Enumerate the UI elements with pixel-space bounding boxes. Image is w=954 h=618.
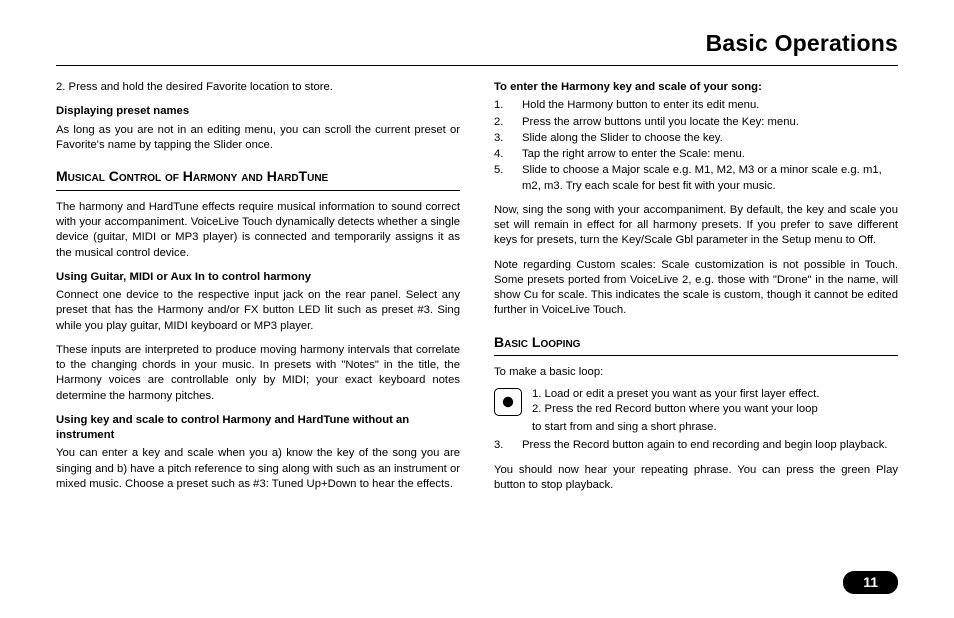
page-header: Basic Operations <box>56 28 898 66</box>
loop-step-3: 3.Press the Record button again to end r… <box>494 438 898 453</box>
step-5-text: Slide to choose a Major scale e.g. M1, M… <box>522 163 898 194</box>
custom-scales-note: Note regarding Custom scales: Scale cust… <box>494 258 898 319</box>
harmony-key-steps: 1.Hold the Harmony button to enter its e… <box>494 98 898 194</box>
loop-step-2b: to start from and sing a short phrase. <box>494 420 898 435</box>
step-2-text: Press the arrow buttons until you locate… <box>522 115 799 130</box>
loop-step-2a: 2. Press the red Record button where you… <box>532 402 898 417</box>
step-3: 3.Slide along the Slider to choose the k… <box>494 131 898 146</box>
store-favorite-step: 2. Press and hold the desired Favorite l… <box>56 80 460 95</box>
right-column: To enter the Harmony key and scale of yo… <box>494 80 898 502</box>
content-columns: 2. Press and hold the desired Favorite l… <box>56 80 898 502</box>
basic-looping-heading: Basic Looping <box>494 333 898 357</box>
musical-control-intro: The harmony and HardTune effects require… <box>56 200 460 261</box>
loop-step-3-num: 3. <box>494 438 522 453</box>
loop-result-body: You should now hear your repeating phras… <box>494 463 898 494</box>
step-4-text: Tap the right arrow to enter the Scale: … <box>522 147 745 162</box>
step-5: 5.Slide to choose a Major scale e.g. M1,… <box>494 163 898 194</box>
record-button-icon <box>494 388 522 416</box>
step-1: 1.Hold the Harmony button to enter its e… <box>494 98 898 113</box>
inputs-interpretation-body: These inputs are interpreted to produce … <box>56 343 460 404</box>
step-4: 4.Tap the right arrow to enter the Scale… <box>494 147 898 162</box>
musical-control-heading: Musical Control of Harmony and HardTune <box>56 167 460 191</box>
enter-harmony-key-heading: To enter the Harmony key and scale of yo… <box>494 80 898 95</box>
loop-steps-1-2: 1. Load or edit a preset you want as you… <box>494 387 898 418</box>
loop-step-3-wrap: 3.Press the Record button again to end r… <box>494 438 898 453</box>
key-scale-body: You can enter a key and scale when you a… <box>56 446 460 492</box>
page-number: 11 <box>843 571 898 594</box>
displaying-preset-names-heading: Displaying preset names <box>56 104 460 119</box>
using-inputs-body: Connect one device to the respective inp… <box>56 288 460 334</box>
step-1-text: Hold the Harmony button to enter its edi… <box>522 98 759 113</box>
using-inputs-heading: Using Guitar, MIDI or Aux In to control … <box>56 270 460 285</box>
step-2: 2.Press the arrow buttons until you loca… <box>494 115 898 130</box>
loop-step-3-text: Press the Record button again to end rec… <box>522 438 888 453</box>
make-basic-loop-heading: To make a basic loop: <box>494 365 898 380</box>
key-scale-heading: Using key and scale to control Harmony a… <box>56 413 460 444</box>
displaying-preset-names-body: As long as you are not in an editing men… <box>56 123 460 154</box>
loop-step-text-wrap: 1. Load or edit a preset you want as you… <box>532 387 898 418</box>
left-column: 2. Press and hold the desired Favorite l… <box>56 80 460 502</box>
loop-step-1: 1. Load or edit a preset you want as you… <box>532 387 898 402</box>
step-3-text: Slide along the Slider to choose the key… <box>522 131 723 146</box>
sing-song-body: Now, sing the song with your accompanime… <box>494 203 898 249</box>
